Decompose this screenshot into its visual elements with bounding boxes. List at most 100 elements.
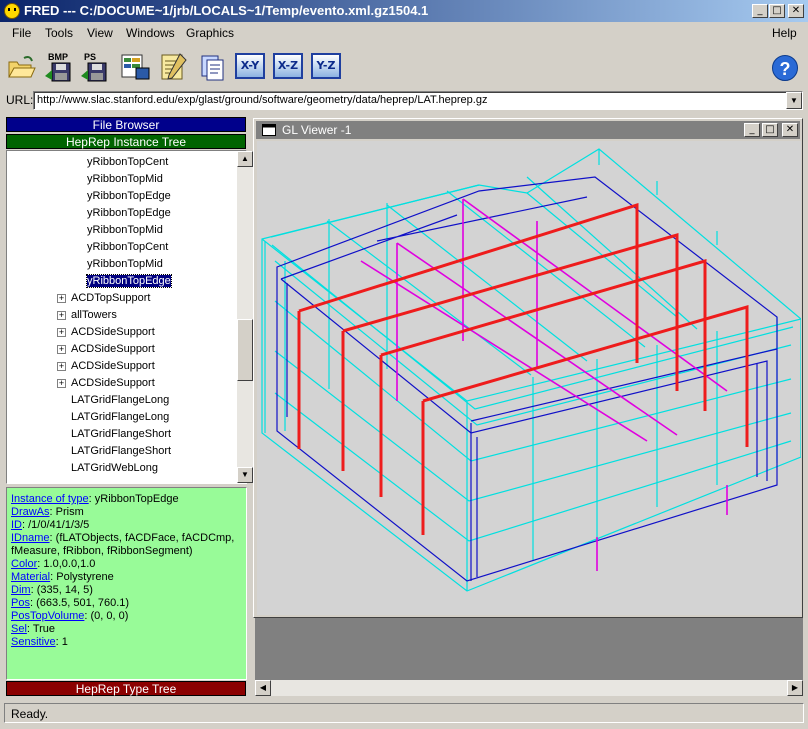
prop-val-dim: (335, 14, 5): [36, 584, 93, 596]
tree-node[interactable]: yRibbonTopMid: [87, 173, 163, 185]
url-label: URL:: [6, 93, 34, 107]
open-folder-icon[interactable]: [6, 52, 36, 82]
menu-graphics[interactable]: Graphics: [186, 26, 234, 40]
expand-plus-icon[interactable]: +: [57, 294, 66, 303]
tree-node-label: yRibbonTopMid: [87, 258, 163, 270]
scroll-thumb[interactable]: [237, 319, 253, 381]
properties-panel: Instance of type: yRibbonTopEdge DrawAs:…: [6, 487, 247, 680]
scroll-right-button[interactable]: ▶: [787, 680, 803, 696]
file-browser-header[interactable]: File Browser: [6, 117, 246, 132]
toolbar: BMP PS X-Y X-Z Y-Z: [0, 48, 808, 88]
prop-key-id[interactable]: ID: [11, 519, 22, 531]
prop-val-sel: True: [32, 623, 56, 635]
spreadsheet-icon[interactable]: [120, 52, 150, 82]
instance-tree-header[interactable]: HepRep Instance Tree: [6, 134, 246, 149]
save-bmp-button[interactable]: BMP: [44, 52, 74, 82]
scroll-left-button[interactable]: ◀: [255, 680, 271, 696]
prop-val-idname-cont: fMeasure, fRibbon, fRibbonSegment): [11, 545, 193, 557]
url-field[interactable]: http://www.slac.stanford.edu/exp/glast/g…: [33, 91, 803, 110]
gl-canvas[interactable]: [257, 141, 801, 615]
tree-node-label: ACDSideSupport: [71, 326, 155, 338]
tree-node[interactable]: yRibbonTopEdge: [87, 190, 171, 202]
prop-key-postopvolume[interactable]: PosTopVolume: [11, 610, 84, 622]
prop-key-color[interactable]: Color: [11, 558, 37, 570]
floppy-disk-icon: [45, 62, 71, 82]
app-logo-icon: [4, 3, 20, 19]
tree-node[interactable]: LATGridFlangeShort: [71, 445, 171, 457]
gl-maximize-button[interactable]: □: [762, 123, 778, 137]
menu-bar: File Tools View Windows Graphics Help: [0, 24, 808, 44]
frame-inner: [276, 176, 778, 582]
expand-plus-icon[interactable]: +: [57, 328, 66, 337]
tree-node[interactable]: yRibbonTopCent: [87, 156, 168, 168]
status-bar: Ready.: [4, 703, 804, 723]
tree-node-label: ACDTopSupport: [71, 292, 151, 304]
tree-node[interactable]: yRibbonTopMid: [87, 224, 163, 236]
gl-viewer-titlebar[interactable]: GL Viewer -1 _ □ ✕: [256, 121, 800, 139]
tree-node[interactable]: LATGridFlangeShort: [71, 428, 171, 440]
tree-node-label: yRibbonTopEdge: [87, 190, 171, 202]
prop-val-postopvolume: (0, 0, 0): [90, 610, 129, 622]
ribbons-red: [297, 202, 749, 535]
tree-node[interactable]: LATGridWebLong: [71, 462, 158, 474]
tree-scrollbar[interactable]: ▲ ▼: [237, 151, 253, 483]
help-icon[interactable]: ?: [772, 55, 798, 81]
expand-plus-icon[interactable]: +: [57, 345, 66, 354]
menu-tools[interactable]: Tools: [45, 26, 73, 40]
prop-key-idname[interactable]: IDname: [11, 532, 50, 544]
save-ps-button[interactable]: PS: [80, 52, 110, 82]
tree-node-label: LATGridFlangeLong: [71, 411, 170, 423]
tree-node-label: LATGridFlangeShort: [71, 445, 172, 457]
expand-plus-icon[interactable]: +: [57, 362, 66, 371]
menu-windows[interactable]: Windows: [126, 26, 175, 40]
view-yz-button[interactable]: Y-Z: [311, 53, 341, 79]
ribbons-magenta: [360, 198, 728, 571]
prop-key-instance[interactable]: Instance of type: [11, 493, 89, 505]
scroll-down-button[interactable]: ▼: [237, 467, 253, 483]
prop-val-sensitive: 1: [61, 636, 68, 648]
url-dropdown-button[interactable]: ▼: [786, 92, 802, 109]
tree-node-label: yRibbonTopEdge: [86, 274, 172, 288]
view-xz-button[interactable]: X-Z: [273, 53, 303, 79]
prop-key-pos[interactable]: Pos: [11, 597, 30, 609]
gl-minimize-button[interactable]: _: [744, 123, 760, 137]
gl-close-button[interactable]: ✕: [782, 123, 798, 137]
title-bar[interactable]: FRED --- C:/DOCUME~1/jrb/LOCALS~1/Temp/e…: [0, 0, 808, 22]
menu-view[interactable]: View: [87, 26, 113, 40]
prop-key-dim[interactable]: Dim: [11, 584, 31, 596]
tree-node-label: yRibbonTopMid: [87, 224, 163, 236]
prop-key-material[interactable]: Material: [11, 571, 50, 583]
tree-node-label: ACDSideSupport: [71, 343, 155, 355]
tree-node[interactable]: LATGridFlangeLong: [71, 411, 169, 423]
viewer-empty-area: [255, 618, 803, 680]
tree-node[interactable]: yRibbonTopEdge: [86, 274, 172, 288]
url-value: http://www.slac.stanford.edu/exp/glast/g…: [37, 94, 488, 106]
view-xy-button[interactable]: X-Y: [235, 53, 265, 79]
tree-node[interactable]: yRibbonTopEdge: [87, 207, 171, 219]
tree-node[interactable]: LATGridFlangeLong: [71, 394, 169, 406]
prop-key-drawas[interactable]: DrawAs: [11, 506, 50, 518]
tree-node-label: yRibbonTopMid: [87, 173, 163, 185]
prop-val-material: Polystyrene: [56, 571, 114, 583]
menu-file[interactable]: File: [12, 26, 31, 40]
bmp-label: BMP: [48, 52, 68, 62]
scroll-up-button[interactable]: ▲: [237, 151, 253, 167]
prop-key-sel[interactable]: Sel: [11, 623, 27, 635]
expand-plus-icon[interactable]: +: [57, 311, 66, 320]
notepad-icon[interactable]: [158, 52, 188, 82]
prop-val-id: /1/0/41/1/3/5: [28, 519, 90, 531]
close-button[interactable]: ✕: [788, 4, 804, 18]
instance-tree[interactable]: yRibbonTopCent yRibbonTopMid yRibbonTopEdg…: [6, 150, 253, 484]
document-stack-icon[interactable]: [198, 52, 228, 82]
horizontal-scrollbar[interactable]: ◀ ▶: [255, 680, 803, 696]
prop-key-sensitive[interactable]: Sensitive: [11, 636, 56, 648]
tree-node[interactable]: yRibbonTopCent: [87, 241, 168, 253]
menu-help[interactable]: Help: [772, 26, 797, 40]
maximize-button[interactable]: □: [769, 4, 785, 18]
expand-plus-icon[interactable]: +: [57, 379, 66, 388]
tree-node[interactable]: yRibbonTopMid: [87, 258, 163, 270]
minimize-button[interactable]: _: [752, 4, 768, 18]
ps-label: PS: [84, 52, 97, 62]
type-tree-header[interactable]: HepRep Type Tree: [6, 681, 246, 696]
prop-val-pos: (663.5, 501, 760.1): [36, 597, 130, 609]
